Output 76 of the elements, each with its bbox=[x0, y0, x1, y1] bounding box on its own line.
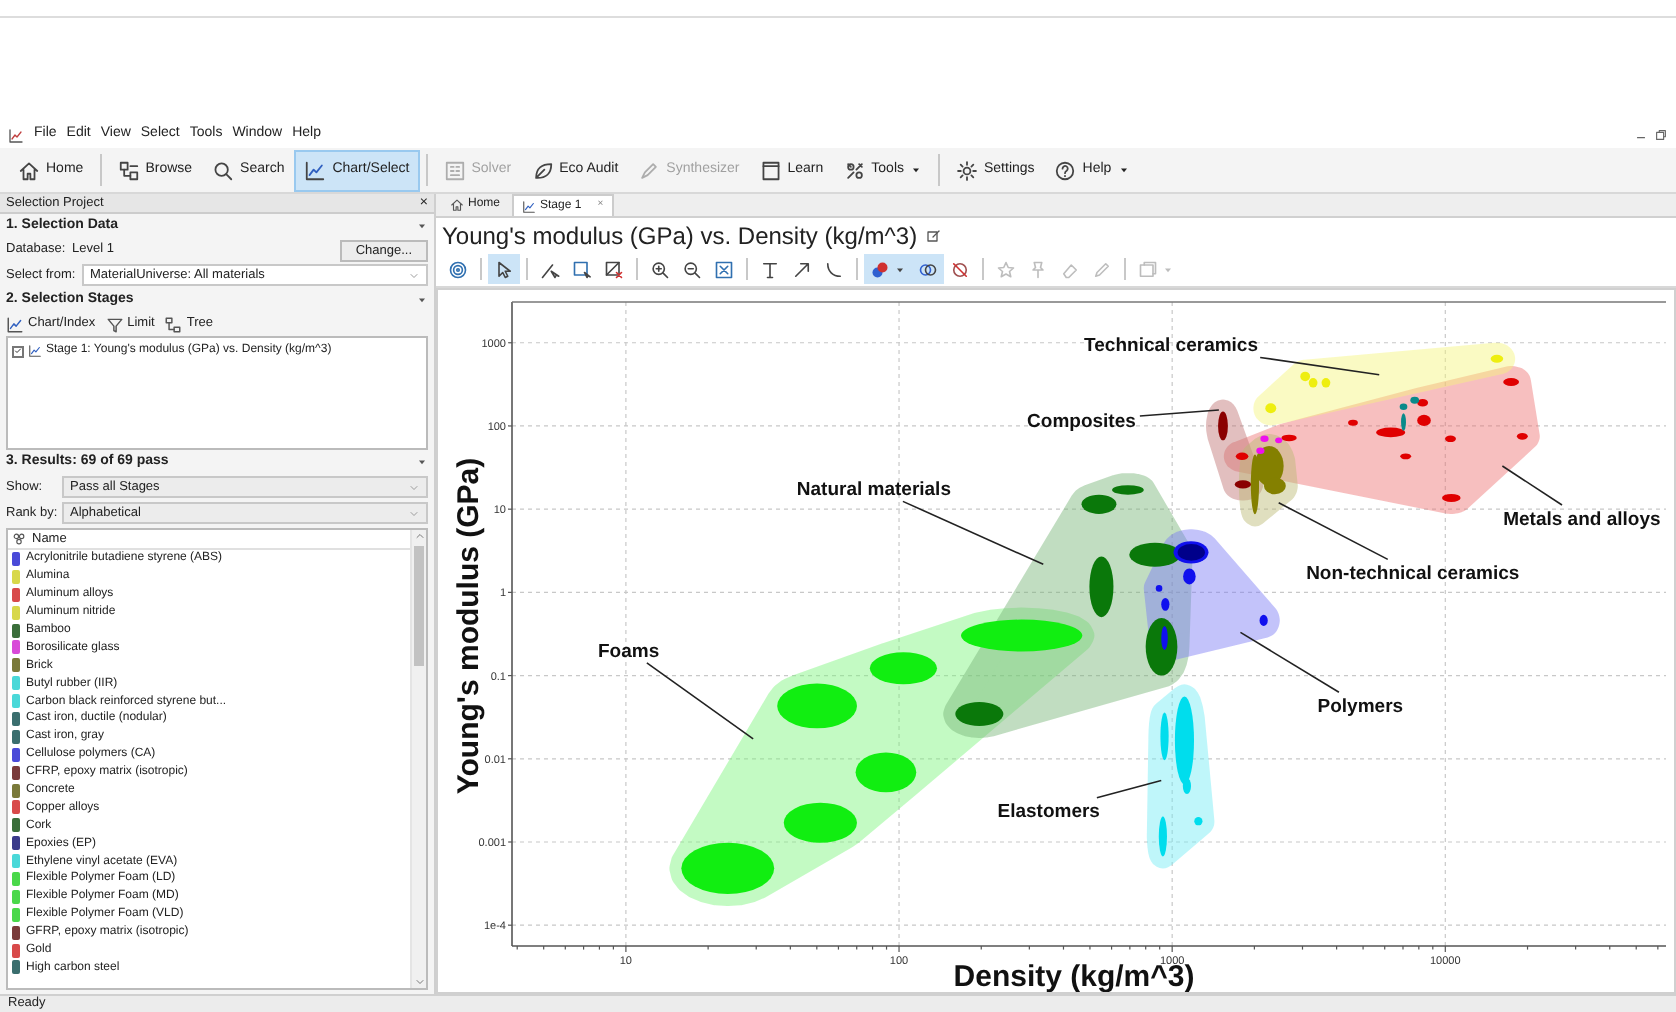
app-icon bbox=[8, 127, 24, 143]
target-icon bbox=[448, 259, 468, 279]
book-icon bbox=[759, 159, 782, 181]
grid-icon bbox=[443, 159, 466, 181]
home-icon bbox=[450, 198, 464, 212]
star-icon bbox=[996, 259, 1016, 279]
region-label: Natural materials bbox=[796, 479, 951, 501]
pointer-icon bbox=[494, 259, 514, 279]
leader-line bbox=[1239, 631, 1340, 693]
checkmark-icon bbox=[14, 346, 22, 356]
filter-icon bbox=[105, 315, 124, 333]
edit-icon bbox=[925, 227, 942, 243]
chart-tool-button[interactable] bbox=[912, 254, 944, 284]
leader-line bbox=[1259, 356, 1380, 376]
chart-icon bbox=[6, 315, 24, 333]
color-bubbles-icon bbox=[870, 259, 890, 279]
leader-line bbox=[646, 662, 754, 740]
chart-icon bbox=[522, 199, 537, 213]
hierarchy-icon bbox=[117, 159, 140, 181]
region-label: Elastomers bbox=[997, 801, 1100, 824]
region-label: Foams bbox=[598, 640, 660, 663]
chevron-icon bbox=[408, 269, 420, 281]
export-icon bbox=[1138, 259, 1158, 279]
checkbox[interactable] bbox=[12, 345, 24, 357]
chart-icon bbox=[304, 159, 327, 181]
chevron-icon bbox=[408, 507, 420, 519]
caret-icon bbox=[894, 263, 906, 275]
chart-icon bbox=[28, 344, 42, 358]
settings-icon bbox=[956, 159, 978, 181]
text-tool-icon bbox=[760, 259, 780, 279]
caret-icon bbox=[1117, 164, 1130, 176]
scroll-down-icon bbox=[413, 976, 425, 988]
collapse-caret-icon bbox=[416, 220, 428, 232]
leaf-icon bbox=[531, 159, 554, 181]
pin-icon bbox=[1028, 259, 1048, 279]
box-select-icon bbox=[572, 259, 592, 279]
home-icon bbox=[18, 159, 40, 181]
eraser-icon bbox=[1060, 259, 1080, 279]
chart-title: Young's modulus (GPa) vs. Density (kg/m^3) bbox=[442, 219, 918, 253]
chart-tool-button[interactable] bbox=[488, 254, 520, 284]
collapse-caret-icon bbox=[416, 294, 428, 306]
region-label: Metals and alloys bbox=[1503, 508, 1661, 531]
group-icon bbox=[12, 532, 26, 546]
overlap-icon bbox=[918, 259, 938, 279]
caret-icon bbox=[1162, 263, 1174, 275]
region-label: Composites bbox=[1027, 411, 1136, 433]
region-label: Technical ceramics bbox=[1084, 335, 1259, 358]
leader-line bbox=[1501, 465, 1563, 506]
chevron-icon bbox=[408, 481, 420, 493]
arrow-tool-icon bbox=[792, 259, 812, 279]
caret-icon bbox=[910, 164, 922, 176]
region-label: Non-technical ceramics bbox=[1306, 563, 1520, 585]
search-icon bbox=[212, 159, 235, 181]
tools-icon bbox=[843, 159, 866, 181]
y-axis-title: Young's modulus (GPa) bbox=[452, 457, 486, 795]
zoom-in-icon bbox=[650, 259, 670, 279]
leader-line bbox=[1139, 409, 1220, 417]
restore-icon bbox=[1654, 128, 1668, 142]
curve-tool-icon bbox=[824, 259, 844, 279]
pencil-icon bbox=[1092, 259, 1112, 279]
scroll-up-icon bbox=[413, 530, 425, 542]
fit-icon bbox=[714, 259, 734, 279]
collapse-caret-icon bbox=[416, 456, 428, 468]
chart-tool-button[interactable] bbox=[864, 254, 912, 284]
leader-line bbox=[1096, 779, 1163, 799]
pencil-icon bbox=[638, 159, 661, 181]
leader-line bbox=[1277, 501, 1389, 561]
zoom-out-icon bbox=[682, 259, 702, 279]
tree-icon bbox=[164, 315, 183, 333]
region-label: Polymers bbox=[1317, 695, 1404, 718]
help-icon bbox=[1054, 159, 1077, 181]
hide-icon bbox=[950, 259, 970, 279]
line-select-icon bbox=[540, 259, 560, 279]
scrollbar-thumb[interactable] bbox=[414, 546, 424, 666]
delete-selection-icon bbox=[604, 259, 624, 279]
leader-line bbox=[902, 500, 1045, 566]
